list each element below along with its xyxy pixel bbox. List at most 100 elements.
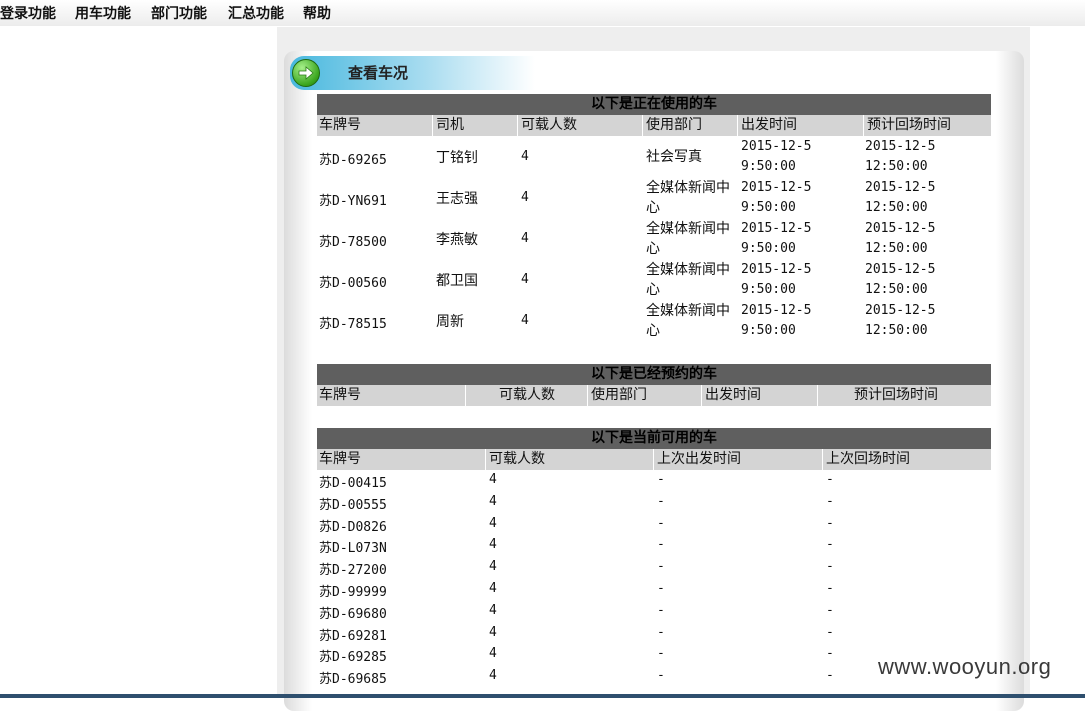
driver-cell: 都卫国 — [436, 273, 478, 289]
menu-login[interactable]: 登录功能 — [0, 3, 56, 23]
return-time-cell: 2015-12-5 12:50:00 — [865, 139, 936, 174]
last-return-cell: - — [826, 624, 834, 640]
table-row: 苏D-00415 4 - - — [317, 470, 991, 491]
plate-cell: 苏D-69281 — [319, 628, 387, 644]
depart-time-cell: 2015-12-5 9:50:00 — [741, 221, 812, 256]
return-time-cell: 2015-12-5 12:50:00 — [865, 221, 936, 256]
driver-cell: 周新 — [436, 314, 464, 330]
col-plate: 车牌号 — [319, 117, 361, 133]
menu-help[interactable]: 帮助 — [303, 3, 331, 23]
capacity-cell: 4 — [521, 313, 529, 328]
table-row: 苏D-D0826 4 - - — [317, 514, 991, 535]
last-depart-cell: - — [657, 472, 665, 487]
plate-cell: 苏D-YN691 — [319, 194, 387, 209]
table-row: 苏D-69265 丁铭钊 4 社会写真 2015-12-5 9:50:00 2015-12… — [317, 137, 991, 178]
last-depart-cell: - — [657, 602, 665, 618]
menu-summary[interactable]: 汇总功能 — [228, 3, 284, 23]
taskbar-edge — [0, 694, 1085, 698]
col-capacity: 可载人数 — [489, 451, 545, 467]
plate-cell: 苏D-69265 — [319, 153, 387, 168]
col-return-time: 预计回场时间 — [867, 117, 951, 133]
capacity-cell: 4 — [489, 537, 497, 553]
capacity-cell: 4 — [489, 472, 497, 487]
last-depart-cell: - — [657, 493, 665, 509]
plate-cell: 苏D-27200 — [319, 563, 387, 579]
last-depart-cell: - — [657, 624, 665, 640]
return-time-cell: 2015-12-5 12:50:00 — [865, 262, 936, 297]
col-last-depart: 上次出发时间 — [657, 451, 741, 467]
col-last-return: 上次回场时间 — [826, 451, 910, 467]
in-use-section-title: 以下是正在使用的车 — [317, 94, 991, 115]
plate-cell: 苏D-00555 — [319, 497, 387, 513]
department-cell: 全媒体新闻中心 — [646, 303, 730, 339]
table-row: 苏D-00555 4 - - — [317, 492, 991, 513]
plate-cell: 苏D-78515 — [319, 317, 387, 332]
capacity-cell: 4 — [489, 581, 497, 596]
col-plate: 车牌号 — [319, 387, 361, 403]
plate-cell: 苏D-00415 — [319, 476, 387, 491]
return-time-cell: 2015-12-5 12:50:00 — [865, 180, 936, 215]
available-header-row: 车牌号 可载人数 上次出发时间 上次回场时间 — [317, 449, 991, 470]
capacity-cell: 4 — [489, 493, 497, 509]
driver-cell: 王志强 — [436, 191, 478, 207]
last-return-cell: - — [826, 515, 834, 531]
table-row: 苏D-99999 4 - - — [317, 579, 991, 600]
last-return-cell: - — [826, 559, 834, 575]
driver-cell: 丁铭钊 — [436, 150, 478, 166]
last-return-cell: - — [826, 493, 834, 509]
reserved-section-title: 以下是已经预约的车 — [317, 364, 991, 385]
capacity-cell: 4 — [489, 559, 497, 575]
plate-cell: 苏D-78500 — [319, 235, 387, 250]
last-return-cell: - — [826, 581, 834, 596]
col-plate: 车牌号 — [319, 451, 361, 467]
last-depart-cell: - — [657, 537, 665, 553]
page-title-bar — [290, 56, 535, 90]
page-title: 查看车况 — [348, 64, 409, 82]
depart-time-cell: 2015-12-5 9:50:00 — [741, 139, 812, 174]
last-depart-cell: - — [657, 581, 665, 596]
department-cell: 全媒体新闻中心 — [646, 262, 730, 298]
menu-bar: 登录功能 用车功能 部门功能 汇总功能 帮助 — [0, 0, 1085, 26]
available-section-title: 以下是当前可用的车 — [317, 428, 991, 449]
last-depart-cell: - — [657, 646, 665, 662]
capacity-cell: 4 — [489, 646, 497, 662]
depart-time-cell: 2015-12-5 9:50:00 — [741, 262, 812, 297]
department-cell: 全媒体新闻中心 — [646, 180, 730, 216]
capacity-cell: 4 — [489, 602, 497, 618]
plate-cell: 苏D-69285 — [319, 650, 387, 666]
last-return-cell: - — [826, 537, 834, 553]
table-row: 苏D-YN691 王志强 4 全媒体新闻中心 2015-12-5 9:50:00 2015… — [317, 178, 991, 219]
menu-department[interactable]: 部门功能 — [151, 3, 207, 23]
capacity-cell: 4 — [489, 515, 497, 531]
table-row: 苏D-L073N 4 - - — [317, 535, 991, 556]
depart-time-cell: 2015-12-5 9:50:00 — [741, 180, 812, 215]
plate-cell: 苏D-L073N — [319, 541, 387, 557]
plate-cell: 苏D-D0826 — [319, 519, 387, 535]
last-depart-cell: - — [657, 515, 665, 531]
last-return-cell: - — [826, 602, 834, 618]
department-cell: 社会写真 — [646, 149, 702, 165]
reserved-header-row: 车牌号 可载人数 使用部门 出发时间 预计回场时间 — [317, 385, 991, 406]
last-return-cell: - — [826, 668, 834, 684]
menu-car-use[interactable]: 用车功能 — [75, 3, 131, 23]
table-row: 苏D-69680 4 - - — [317, 601, 991, 622]
col-depart-time: 出发时间 — [705, 387, 761, 403]
col-return-time: 预计回场时间 — [854, 387, 938, 403]
plate-cell: 苏D-00560 — [319, 276, 387, 291]
arrow-right-circle-icon — [292, 59, 320, 87]
department-cell: 全媒体新闻中心 — [646, 221, 730, 257]
watermark-text: www.wooyun.org — [878, 654, 1052, 679]
col-depart-time: 出发时间 — [741, 117, 797, 133]
capacity-cell: 4 — [521, 149, 529, 164]
table-row: 苏D-78515 周新 4 全媒体新闻中心 2015-12-5 9:50:00 2015-… — [317, 301, 991, 342]
depart-time-cell: 2015-12-5 9:50:00 — [741, 303, 812, 338]
last-return-cell: - — [826, 472, 834, 487]
capacity-cell: 4 — [521, 190, 529, 205]
table-row: 苏D-78500 李燕敏 4 全媒体新闻中心 2015-12-5 9:50:00 2015… — [317, 219, 991, 260]
table-row: 苏D-00560 都卫国 4 全媒体新闻中心 2015-12-5 9:50:00 2015… — [317, 260, 991, 301]
plate-cell: 苏D-69685 — [319, 672, 387, 688]
capacity-cell: 4 — [489, 668, 497, 684]
table-row: 苏D-69281 4 - - — [317, 623, 991, 644]
col-driver: 司机 — [436, 117, 464, 133]
col-department: 使用部门 — [591, 387, 647, 403]
